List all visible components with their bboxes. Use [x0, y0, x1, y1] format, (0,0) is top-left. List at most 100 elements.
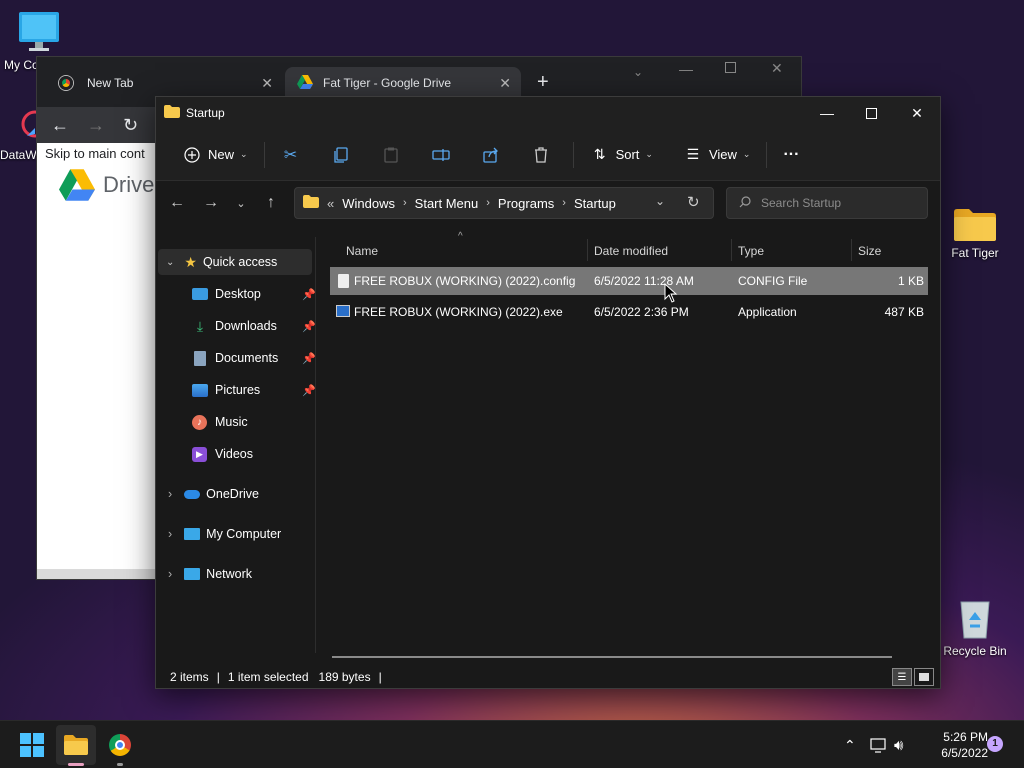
taskbar-clock[interactable]: 5:26 PM 6/5/2022: [918, 729, 988, 761]
minimize-button[interactable]: —: [804, 97, 850, 129]
nav-item-desktop[interactable]: Desktop 📌: [192, 281, 316, 307]
breadcrumb-programs[interactable]: Programs: [498, 196, 554, 211]
folder-icon: [64, 735, 88, 755]
file-row[interactable]: FREE ROBUX (WORKING) (2022).exe 6/5/2022…: [330, 298, 928, 326]
forward-icon[interactable]: →: [87, 115, 105, 136]
share-button[interactable]: [473, 138, 509, 172]
rename-button[interactable]: [423, 138, 459, 172]
view-button[interactable]: ☰ View ⌄: [675, 138, 759, 172]
column-header-date[interactable]: Date modified: [594, 237, 730, 265]
nav-item-network[interactable]: › Network: [158, 561, 312, 587]
skip-link[interactable]: Skip to main cont: [45, 146, 145, 161]
more-options-button[interactable]: ···: [775, 138, 807, 172]
close-button[interactable]: ✕: [894, 97, 940, 129]
star-icon: ★: [184, 253, 197, 270]
up-icon[interactable]: ↑: [256, 194, 286, 212]
column-header-type[interactable]: Type: [738, 237, 850, 265]
chevron-right-icon: ›: [168, 487, 173, 501]
file-explorer-window[interactable]: Startup — ✕ New ⌄ ✂ ⇅ Sort ⌄ ☰ View ⌄ ··…: [155, 96, 941, 689]
column-label: Type: [738, 244, 765, 258]
column-divider[interactable]: [851, 239, 852, 261]
nav-item-pictures[interactable]: Pictures 📌: [192, 377, 316, 403]
search-input[interactable]: [761, 196, 911, 210]
active-indicator: [68, 763, 84, 766]
nav-item-music[interactable]: ♪ Music: [192, 409, 312, 435]
sort-button[interactable]: ⇅ Sort ⌄: [582, 138, 661, 172]
monitor-icon: [17, 10, 61, 54]
nav-item-label: Quick access: [202, 255, 278, 269]
nav-item-documents[interactable]: Documents 📌: [192, 345, 316, 371]
taskbar-file-explorer[interactable]: [56, 725, 96, 766]
new-tab-button[interactable]: +: [537, 71, 549, 94]
breadcrumb-startup[interactable]: Startup: [574, 196, 616, 211]
maximize-icon[interactable]: [725, 62, 736, 73]
breadcrumb-windows[interactable]: Windows: [342, 196, 395, 211]
back-icon[interactable]: ←: [162, 194, 192, 212]
close-icon[interactable]: ✕: [771, 60, 783, 77]
horizontal-scrollbar[interactable]: [332, 656, 892, 658]
new-button[interactable]: New ⌄: [174, 138, 256, 172]
cut-button[interactable]: ✂: [273, 138, 309, 172]
nav-item-onedrive[interactable]: › OneDrive: [158, 481, 312, 507]
copy-button[interactable]: [323, 138, 359, 172]
details-view-button[interactable]: ☰: [892, 668, 912, 686]
pin-icon: 📌: [302, 320, 316, 333]
search-icon: [739, 195, 751, 211]
address-bar[interactable]: « Windows › Start Menu › Programs › Star…: [294, 187, 714, 219]
status-bar: 2 items | 1 item selected 189 bytes | ☰: [156, 665, 940, 689]
nav-item-label: Videos: [215, 447, 253, 461]
column-divider[interactable]: [731, 239, 732, 261]
tiles-view-icon: [919, 673, 929, 681]
file-name: FREE ROBUX (WORKING) (2022).exe: [354, 305, 563, 319]
windows-logo-icon: [20, 733, 44, 757]
column-header-size[interactable]: Size: [858, 237, 928, 265]
nav-item-my-computer[interactable]: › My Computer: [158, 521, 312, 547]
minimize-icon[interactable]: —: [679, 61, 693, 77]
divider: [263, 141, 265, 168]
maximize-button[interactable]: [848, 97, 894, 129]
recent-locations-icon[interactable]: ⌄: [226, 197, 256, 210]
breadcrumb-start-menu[interactable]: Start Menu: [415, 196, 479, 211]
nav-item-quick-access[interactable]: ⌄ ★ Quick access: [158, 249, 312, 275]
nav-item-downloads[interactable]: ⤓ Downloads 📌: [192, 313, 316, 339]
nav-item-videos[interactable]: ▶ Videos: [192, 441, 312, 467]
delete-button[interactable]: [523, 138, 559, 172]
network-icon[interactable]: [870, 721, 888, 768]
address-dropdown-icon[interactable]: ⌄: [655, 194, 665, 208]
column-label: Date modified: [594, 244, 669, 258]
volume-icon[interactable]: 🔊︎: [894, 721, 903, 768]
chevron-down-icon: ⌄: [240, 149, 248, 159]
taskbar-chrome[interactable]: [100, 725, 140, 766]
tab-search-icon[interactable]: ⌄: [633, 65, 643, 79]
notification-badge[interactable]: 1: [987, 736, 1003, 752]
tab-label: Fat Tiger - Google Drive: [323, 76, 452, 90]
column-divider[interactable]: [587, 239, 588, 261]
video-icon: ▶: [192, 446, 207, 462]
start-button[interactable]: [12, 725, 52, 765]
desktop-icon-recycle-bin[interactable]: Recycle Bin: [940, 596, 1010, 658]
command-bar: New ⌄ ✂ ⇅ Sort ⌄ ☰ View ⌄ ···: [156, 129, 940, 181]
chevron-down-icon: ⌄: [742, 149, 751, 159]
chrome-tab-new-tab[interactable]: New Tab ✕: [47, 67, 283, 99]
tiles-view-button[interactable]: [914, 668, 934, 686]
close-tab-icon[interactable]: ✕: [499, 75, 511, 92]
application-icon: [336, 305, 350, 317]
show-hidden-icons[interactable]: ⌃: [844, 721, 856, 768]
close-tab-icon[interactable]: ✕: [261, 75, 273, 92]
chrome-tab-google-drive[interactable]: Fat Tiger - Google Drive ✕: [285, 67, 521, 99]
google-drive-icon: [59, 169, 95, 201]
running-indicator: [117, 763, 123, 766]
file-name: FREE ROBUX (WORKING) (2022).config: [354, 274, 576, 288]
search-box[interactable]: [726, 187, 928, 219]
breadcrumb-overflow[interactable]: «: [327, 196, 334, 211]
column-header-name[interactable]: Name: [346, 237, 586, 265]
paste-button[interactable]: [373, 138, 409, 172]
desktop-icon-fat-tiger[interactable]: Fat Tiger: [940, 206, 1010, 260]
reload-icon[interactable]: ↻: [123, 115, 138, 136]
refresh-icon[interactable]: ↻: [687, 193, 700, 211]
file-row[interactable]: FREE ROBUX (WORKING) (2022).config 6/5/2…: [330, 267, 928, 295]
forward-icon[interactable]: →: [196, 194, 226, 212]
nav-item-label: My Computer: [206, 527, 282, 541]
divider: [572, 141, 574, 168]
back-icon[interactable]: ←: [51, 115, 69, 136]
